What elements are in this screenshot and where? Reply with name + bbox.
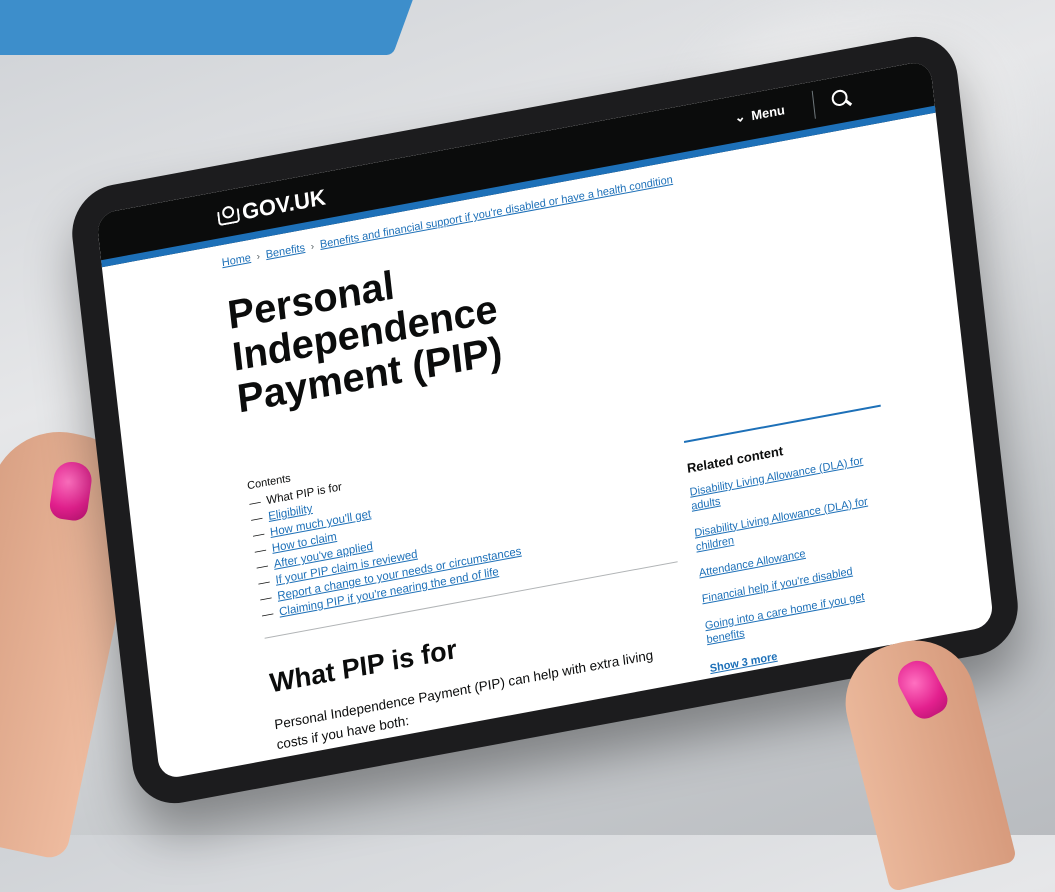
related-link-attendance[interactable]: Attendance Allowance [698, 548, 806, 580]
corner-banner [0, 0, 428, 55]
breadcrumb-benefits[interactable]: Benefits [265, 242, 305, 261]
chevron-down-icon: ⌄ [733, 108, 747, 126]
chevron-right-icon: › [310, 240, 315, 253]
header-divider [811, 90, 816, 119]
related-list: Disability Living Allowance (DLA) for ad… [689, 449, 904, 647]
crown-icon [216, 205, 238, 227]
menu-button[interactable]: ⌄ Menu [734, 101, 786, 126]
breadcrumb-home[interactable]: Home [221, 252, 251, 269]
chevron-right-icon: › [256, 250, 261, 263]
menu-label: Menu [750, 101, 786, 123]
search-icon[interactable] [830, 88, 849, 108]
section-outro: You can get PIP even if you're working, … [287, 762, 704, 780]
related-content: Related content Disability Living Allowa… [683, 404, 908, 678]
govuk-logo-link[interactable]: GOV.UK [215, 184, 327, 230]
logo-text: GOV.UK [240, 184, 327, 225]
